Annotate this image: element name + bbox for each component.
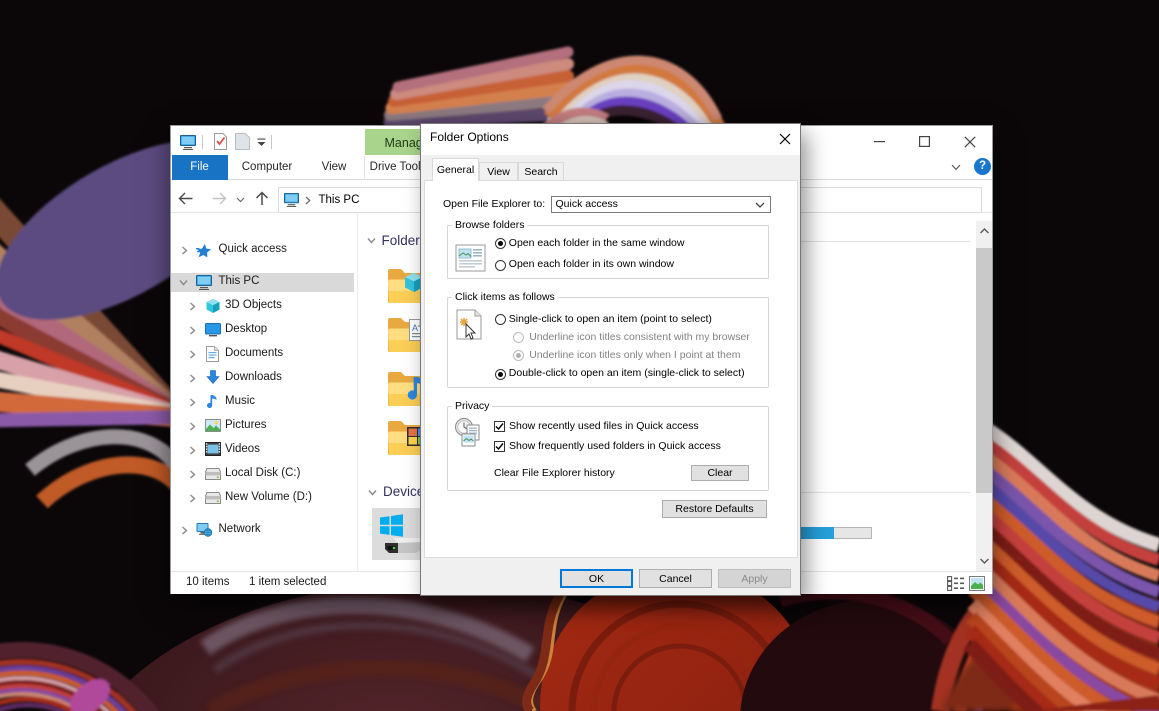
svg-text:A: A	[412, 323, 418, 333]
